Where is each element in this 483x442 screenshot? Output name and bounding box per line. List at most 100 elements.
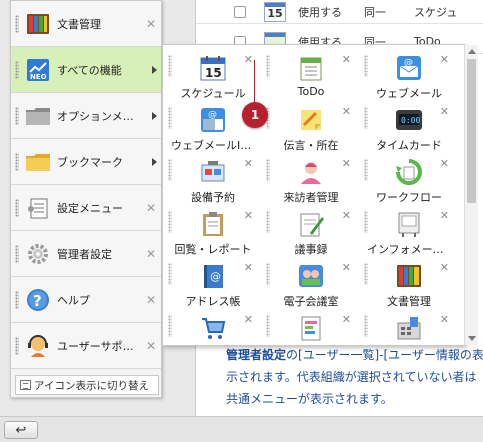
description-link[interactable]: 管理者設定	[226, 348, 286, 362]
support-icon	[25, 333, 51, 359]
app-label: 電子会議室	[283, 295, 339, 308]
drag-handle[interactable]	[168, 107, 172, 129]
drag-handle[interactable]	[266, 263, 270, 285]
drag-handle[interactable]	[15, 336, 19, 355]
app-tile-document-management[interactable]: ✕ 文書管理	[361, 257, 453, 309]
app-label: 来訪者管理	[283, 191, 339, 204]
app-label: タイムカード	[376, 139, 442, 152]
scrollbar-thumb[interactable]	[467, 59, 476, 203]
drag-handle[interactable]	[168, 315, 172, 337]
scroll-up-icon[interactable]	[468, 49, 476, 54]
drag-handle[interactable]	[364, 159, 368, 181]
all-features-flyout: 15 ✕ スケジュール ✕ ToDo @ ✕ ウェブメール @ ✕ ウェブメール…	[162, 44, 465, 346]
back-button[interactable]: ↩	[4, 421, 38, 439]
scroll-down-icon[interactable]	[468, 336, 476, 341]
close-icon[interactable]: ✕	[146, 17, 156, 31]
close-icon[interactable]: ✕	[244, 209, 253, 222]
menu-item-option-menu[interactable]: オプションメニュー	[11, 93, 161, 139]
drag-handle[interactable]	[168, 263, 172, 285]
app-tile-address-book[interactable]: @ ✕ アドレス帳	[165, 257, 257, 309]
menu-item-label: 文書管理	[57, 17, 101, 31]
close-icon[interactable]: ✕	[440, 105, 449, 118]
app-tile-facility[interactable]: ✕ 設備予約	[165, 153, 257, 205]
menu-item-all-features[interactable]: NEO すべての機能	[11, 47, 161, 93]
menu-item-settings[interactable]: 設定メニュー ✕	[11, 185, 161, 231]
menu-item-label: ブックマーク	[57, 155, 123, 169]
forum-icon	[297, 262, 325, 290]
close-icon[interactable]: ✕	[244, 313, 253, 326]
todo-icon	[297, 54, 325, 82]
close-icon[interactable]: ✕	[146, 247, 156, 261]
menu-item-user-support[interactable]: ユーザーサポート ✕	[11, 323, 161, 369]
drag-handle[interactable]	[15, 244, 19, 263]
cart-icon	[199, 314, 227, 342]
flyout-scrollbar[interactable]	[464, 45, 478, 345]
close-icon[interactable]: ✕	[146, 293, 156, 307]
menu-item-help[interactable]: ? ヘルプ ✕	[11, 277, 161, 323]
drag-handle[interactable]	[15, 106, 19, 125]
app-tile-schedule[interactable]: 15 ✕ スケジュール	[165, 49, 257, 101]
menu-item-label: すべての機能	[57, 63, 122, 77]
bg-cell: スケジュ	[414, 5, 458, 19]
close-icon[interactable]: ✕	[440, 209, 449, 222]
close-icon[interactable]: ✕	[342, 53, 351, 66]
close-icon[interactable]: ✕	[440, 157, 449, 170]
menu-item-admin-settings[interactable]: 管理者設定 ✕	[11, 231, 161, 277]
drag-handle[interactable]	[168, 55, 172, 77]
drag-handle[interactable]	[364, 263, 368, 285]
workflow-icon	[395, 158, 423, 186]
app-tile-todo[interactable]: ✕ ToDo	[263, 49, 355, 101]
app-tile-memo[interactable]: ✕ 伝言・所在	[263, 101, 355, 153]
monitor-icon	[20, 380, 31, 390]
menu-item-bookmark[interactable]: ブックマーク	[11, 139, 161, 185]
drag-handle[interactable]	[364, 107, 368, 129]
bg-row-checkbox[interactable]	[234, 5, 246, 18]
drag-handle[interactable]	[266, 211, 270, 233]
app-tile-forum[interactable]: ✕ 電子会議室	[263, 257, 355, 309]
close-icon[interactable]: ✕	[146, 339, 156, 353]
close-icon[interactable]: ✕	[342, 157, 351, 170]
app-tile-document[interactable]: ✕	[263, 309, 355, 345]
drag-handle[interactable]	[15, 290, 19, 309]
help-icon: ?	[25, 287, 51, 313]
drag-handle[interactable]	[168, 159, 172, 181]
svg-text:@: @	[210, 270, 221, 283]
close-icon[interactable]: ✕	[440, 261, 449, 274]
app-tile-information[interactable]: ✕ インフォメーション	[361, 205, 453, 257]
drag-handle[interactable]	[15, 60, 19, 79]
app-tile-webmail[interactable]: @ ✕ ウェブメール	[361, 49, 453, 101]
settings-list-icon	[25, 195, 51, 221]
app-tile-workflow[interactable]: ✕ ワークフロー	[361, 153, 453, 205]
close-icon[interactable]: ✕	[244, 53, 253, 66]
switch-to-icon-view-button[interactable]: アイコン表示に切り替え	[15, 375, 159, 395]
timecard-time: 0:00	[401, 116, 420, 125]
drag-handle[interactable]	[15, 152, 19, 171]
drag-handle[interactable]	[364, 55, 368, 77]
callout-line	[254, 60, 255, 102]
close-icon[interactable]: ✕	[146, 201, 156, 215]
drag-handle[interactable]	[266, 315, 270, 337]
app-tile-circular[interactable]: ✕ 回覧・レポート	[165, 205, 257, 257]
close-icon[interactable]: ✕	[244, 261, 253, 274]
drag-handle[interactable]	[15, 14, 19, 33]
close-icon[interactable]: ✕	[342, 313, 351, 326]
drag-handle[interactable]	[364, 315, 368, 337]
drag-handle[interactable]	[168, 211, 172, 233]
app-tile-minutes[interactable]: ✕ 議事録	[263, 205, 355, 257]
close-icon[interactable]: ✕	[440, 313, 449, 326]
close-icon[interactable]: ✕	[244, 157, 253, 170]
drag-handle[interactable]	[15, 198, 19, 217]
calculator-icon	[395, 314, 423, 342]
app-tile-timecard[interactable]: 0:00 ✕ タイムカード	[361, 101, 453, 153]
app-tile-visitor[interactable]: ✕ 来訪者管理	[263, 153, 355, 205]
close-icon[interactable]: ✕	[342, 209, 351, 222]
drag-handle[interactable]	[266, 55, 270, 77]
drag-handle[interactable]	[266, 159, 270, 181]
menu-item-document-management[interactable]: 文書管理 ✕	[11, 1, 161, 47]
close-icon[interactable]: ✕	[342, 261, 351, 274]
close-icon[interactable]: ✕	[342, 105, 351, 118]
app-tile-calculator[interactable]: ✕	[361, 309, 453, 345]
drag-handle[interactable]	[364, 211, 368, 233]
app-tile-shopping[interactable]: ✕	[165, 309, 257, 345]
close-icon[interactable]: ✕	[440, 53, 449, 66]
